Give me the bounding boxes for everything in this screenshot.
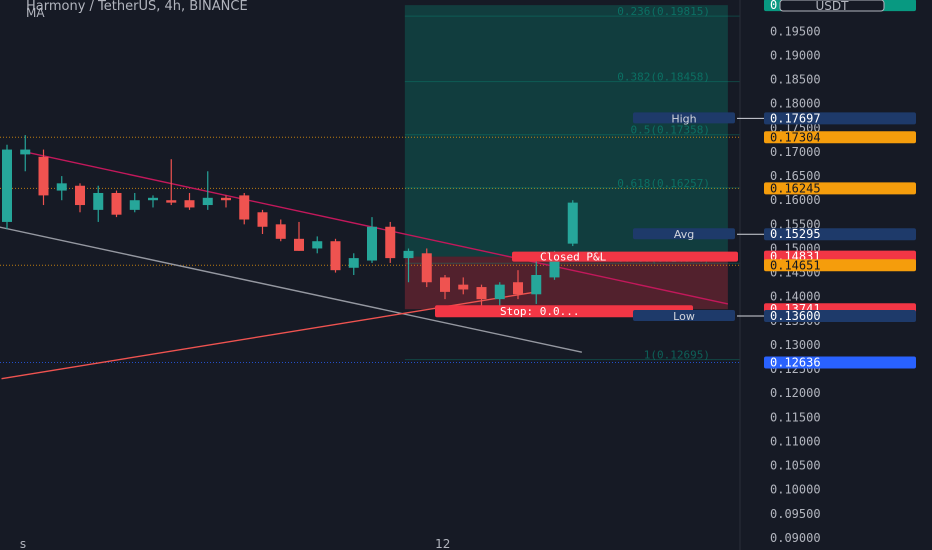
price-axis-panel[interactable] (740, 0, 932, 550)
price-tick-label: 0.19000 (770, 48, 821, 62)
candle-body (2, 149, 12, 222)
candle-body (513, 282, 523, 295)
candle (2, 144, 12, 230)
candle-body (166, 200, 177, 203)
price-tick-label: 0.10000 (770, 483, 821, 497)
time-axis-label: 12 (435, 537, 450, 550)
candle-body (494, 284, 505, 300)
stop-label: Stop: 0.0... (500, 305, 579, 318)
candle-body (330, 241, 341, 271)
level-price-label-3: 0.14651 (770, 258, 821, 272)
marker-label: Low (673, 310, 695, 323)
candle-body (312, 241, 323, 249)
candle-body (476, 287, 487, 300)
candle-body (184, 200, 195, 208)
price-tick-label: 0.18000 (770, 97, 821, 111)
candle-body (257, 212, 268, 227)
candle-body (275, 224, 286, 239)
candle (111, 190, 122, 218)
candle-body (458, 284, 469, 290)
fib-level-label: 0.236(0.19815) (617, 5, 710, 18)
candle-body (385, 226, 396, 259)
price-tick-label: 0.10500 (770, 459, 821, 473)
closed-pnl-label: Closed P&L (540, 251, 607, 264)
marker-label: Avg (674, 228, 694, 241)
candle-body (294, 238, 304, 251)
candle-body (421, 253, 432, 283)
fib-level-label: 0.5(0.17358) (631, 124, 710, 137)
level-price-label-4: 0.12636 (770, 356, 821, 370)
price-tick-label: 0.11000 (770, 434, 821, 448)
candle-body (403, 250, 414, 259)
currency-label: USDT (816, 0, 850, 13)
candle-body (221, 197, 231, 201)
candle-body (20, 149, 31, 155)
currency-button[interactable]: USDT (779, 0, 885, 13)
low-price-label: 0.13600 (770, 309, 821, 323)
avg-price-label: 0.15295 (770, 227, 821, 241)
ma-indicator-label[interactable]: MA (26, 6, 45, 20)
fib-level-label: 0.382(0.18458) (617, 71, 710, 84)
time-axis-label: s (20, 537, 26, 550)
high-price-label: 0.17697 (770, 111, 821, 125)
candle-body (202, 197, 213, 206)
candle-body (567, 202, 578, 244)
candle-body (75, 185, 85, 206)
chart-stage: 0.236(0.19815) 0.382(0.18458) 0.5(0.17358)… (0, 0, 932, 550)
candle-body (148, 197, 158, 201)
symbol-title: Harmony / TetherUS, 4h, BINANCE (26, 0, 248, 14)
candle-body (93, 192, 104, 210)
candle (567, 200, 578, 247)
price-tick-label: 0.12000 (770, 386, 821, 400)
price-tick-label: 0.13000 (770, 338, 821, 352)
candle-body (239, 195, 250, 220)
price-tick-label: 0.09000 (770, 531, 821, 545)
candle-body (129, 200, 140, 210)
level-price-label-2: 0.16245 (770, 181, 821, 195)
price-tick-label: 0.17000 (770, 145, 821, 159)
price-chart[interactable]: 0.236(0.19815) 0.382(0.18458) 0.5(0.17358)… (0, 0, 932, 550)
candle-body (348, 258, 359, 268)
candle (330, 238, 341, 273)
candle (385, 221, 396, 263)
candle-body (56, 183, 67, 191)
candle-body (111, 192, 122, 215)
price-tick-label: 0.18500 (770, 73, 821, 87)
price-tick-label: 0.19500 (770, 24, 821, 38)
level-price-label-1: 0.17304 (770, 130, 821, 144)
price-tick-label: 0.09500 (770, 507, 821, 521)
fib-level-label: 1(0.12695) (644, 349, 710, 362)
candle-body (38, 156, 49, 196)
candle-body (367, 226, 377, 261)
fib-level-label: 0.618(0.16257) (617, 177, 710, 190)
candle (421, 248, 432, 288)
price-tick-label: 0.11500 (770, 410, 821, 424)
candle-body (440, 277, 450, 292)
marker-label: High (671, 112, 696, 125)
candle-body (531, 275, 542, 295)
